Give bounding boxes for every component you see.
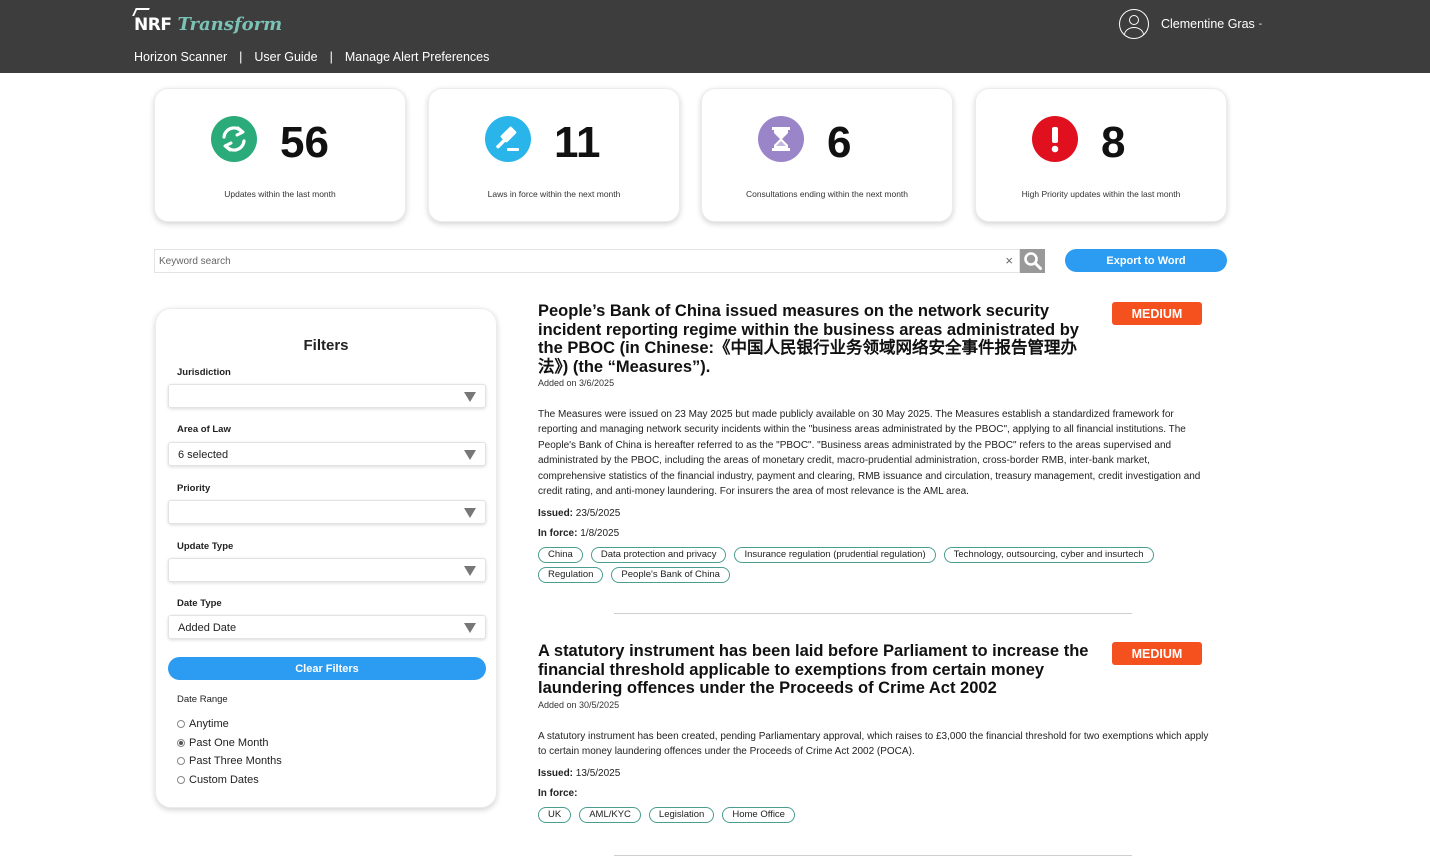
top-bar: NRF Transform Horizon Scanner | User Gui…: [0, 0, 1430, 73]
radio-label: Custom Dates: [189, 774, 259, 786]
result-summary: A statutory instrument has been created,…: [538, 730, 1209, 757]
stat-label: High Priority updates within the last mo…: [1021, 189, 1181, 199]
result-in-force: In force: 1/8/2025: [538, 528, 620, 540]
stat-card-laws-in-force[interactable]: 11 Laws in force within the next month: [428, 88, 680, 222]
tag[interactable]: UK: [538, 807, 572, 824]
tag[interactable]: Data protection and privacy: [590, 547, 727, 564]
result-added-date: Added on 3/6/2025: [538, 378, 615, 388]
stat-label: Updates within the last month: [224, 189, 336, 199]
jurisdiction-select[interactable]: [168, 384, 486, 408]
date-range-label: Date Range: [177, 694, 228, 705]
nav-separator: |: [329, 50, 333, 64]
clear-filters-button[interactable]: Clear Filters: [168, 657, 486, 680]
radio-label: Past Three Months: [189, 755, 282, 767]
radio-label: Past One Month: [189, 737, 269, 749]
chevron-down-icon: [464, 450, 476, 460]
brand-logo[interactable]: NRF Transform: [132, 7, 283, 35]
priority-badge: MEDIUM: [1112, 302, 1202, 325]
result-item: A statutory instrument has been laid bef…: [538, 642, 1218, 827]
hourglass-icon: [758, 116, 804, 162]
gavel-icon: [485, 116, 531, 162]
stat-label: Consultations ending within the next mon…: [745, 189, 909, 199]
result-issued: Issued: 13/5/2025: [538, 768, 621, 780]
date-type-select[interactable]: Added Date: [168, 615, 486, 639]
radio-button-checked[interactable]: [177, 739, 185, 747]
priority-label: Priority: [177, 483, 211, 494]
chevron-down-icon: [464, 623, 476, 633]
stat-label: Laws in force within the next month: [487, 189, 621, 199]
tag[interactable]: China: [538, 547, 583, 564]
main-nav: Horizon Scanner | User Guide | Manage Al…: [134, 50, 489, 64]
user-dropdown-indicator: -: [1258, 18, 1263, 30]
keyword-search-input[interactable]: [155, 250, 995, 272]
brand-nrf: NRF: [132, 8, 172, 35]
result-summary: The Measures were issued on 23 May 2025 …: [538, 409, 1201, 498]
stat-value: 6: [827, 118, 852, 167]
date-range-option-past-three-months[interactable]: Past Three Months: [177, 755, 282, 767]
user-menu[interactable]: Clementine Gras -: [1119, 9, 1262, 39]
update-type-label: Update Type: [177, 541, 234, 552]
refresh-icon: [211, 116, 257, 162]
result-added-date: Added on 30/5/2025: [538, 699, 620, 710]
search-icon: [1023, 252, 1042, 270]
result-item: People’s Bank of China issued measures o…: [538, 302, 1218, 587]
result-issued: Issued: 23/5/2025: [538, 508, 621, 520]
chevron-down-icon: [464, 392, 476, 402]
chevron-down-icon: [464, 508, 476, 518]
tag[interactable]: Regulation: [538, 567, 604, 584]
stat-card-consultations[interactable]: 6 Consultations ending within the next m…: [701, 88, 953, 222]
stat-value: 56: [280, 118, 329, 167]
tag[interactable]: AML/KYC: [579, 807, 641, 824]
search-clear-button[interactable]: ×: [1005, 254, 1013, 268]
area-of-law-label: Area of Law: [177, 424, 231, 435]
tag[interactable]: Technology, outsourcing, cyber and insur…: [943, 547, 1154, 564]
radio-label: Anytime: [189, 718, 229, 730]
tag[interactable]: People's Bank of China: [611, 567, 730, 584]
result-in-force: In force:: [538, 788, 578, 800]
nav-user-guide[interactable]: User Guide: [254, 50, 317, 64]
date-type-label: Date Type: [177, 598, 222, 609]
tag[interactable]: Home Office: [722, 807, 795, 824]
radio-button[interactable]: [177, 757, 185, 765]
result-divider: [614, 613, 1132, 614]
stat-card-updates[interactable]: 56 Updates within the last month: [154, 88, 406, 222]
radio-button[interactable]: [177, 720, 185, 728]
nav-horizon-scanner[interactable]: Horizon Scanner: [134, 50, 227, 64]
stat-value: 8: [1101, 118, 1126, 167]
user-name: Clementine Gras: [1161, 17, 1255, 31]
filters-panel: Filters Jurisdiction Area of Law 6 selec…: [155, 308, 497, 808]
keyword-search-container: ×: [154, 249, 1020, 273]
result-title[interactable]: A statutory instrument has been laid bef…: [538, 642, 1090, 698]
nav-manage-alert-preferences[interactable]: Manage Alert Preferences: [345, 50, 490, 64]
result-title[interactable]: People’s Bank of China issued measures o…: [538, 302, 1090, 376]
date-range-option-custom-dates[interactable]: Custom Dates: [177, 774, 259, 786]
export-to-word-button[interactable]: Export to Word: [1065, 249, 1227, 272]
priority-select[interactable]: [168, 500, 486, 524]
radio-button[interactable]: [177, 776, 185, 784]
date-range-option-anytime[interactable]: Anytime: [177, 718, 229, 730]
nav-separator: |: [239, 50, 243, 64]
date-range-option-past-one-month[interactable]: Past One Month: [177, 737, 269, 749]
area-of-law-value: 6 selected: [178, 449, 229, 461]
result-tags: UK AML/KYC Legislation Home Office: [538, 807, 1210, 827]
user-avatar-icon: [1119, 9, 1149, 39]
brand-product-name: Transform: [177, 14, 283, 35]
priority-badge: MEDIUM: [1112, 642, 1202, 665]
alert-icon: [1032, 116, 1078, 162]
update-type-select[interactable]: [168, 558, 486, 582]
jurisdiction-label: Jurisdiction: [177, 367, 231, 378]
date-type-value: Added Date: [178, 622, 237, 634]
tag[interactable]: Insurance regulation (prudential regulat…: [734, 547, 936, 564]
area-of-law-select[interactable]: 6 selected: [168, 442, 486, 466]
result-tags: China Data protection and privacy Insura…: [538, 547, 1210, 587]
tag[interactable]: Legislation: [648, 807, 715, 824]
stat-card-high-priority[interactable]: 8 High Priority updates within the last …: [975, 88, 1227, 222]
chevron-down-icon: [464, 566, 476, 576]
result-divider: [614, 855, 1132, 856]
filters-title: Filters: [303, 337, 349, 354]
stat-value: 11: [554, 118, 601, 167]
search-button[interactable]: [1020, 249, 1045, 273]
